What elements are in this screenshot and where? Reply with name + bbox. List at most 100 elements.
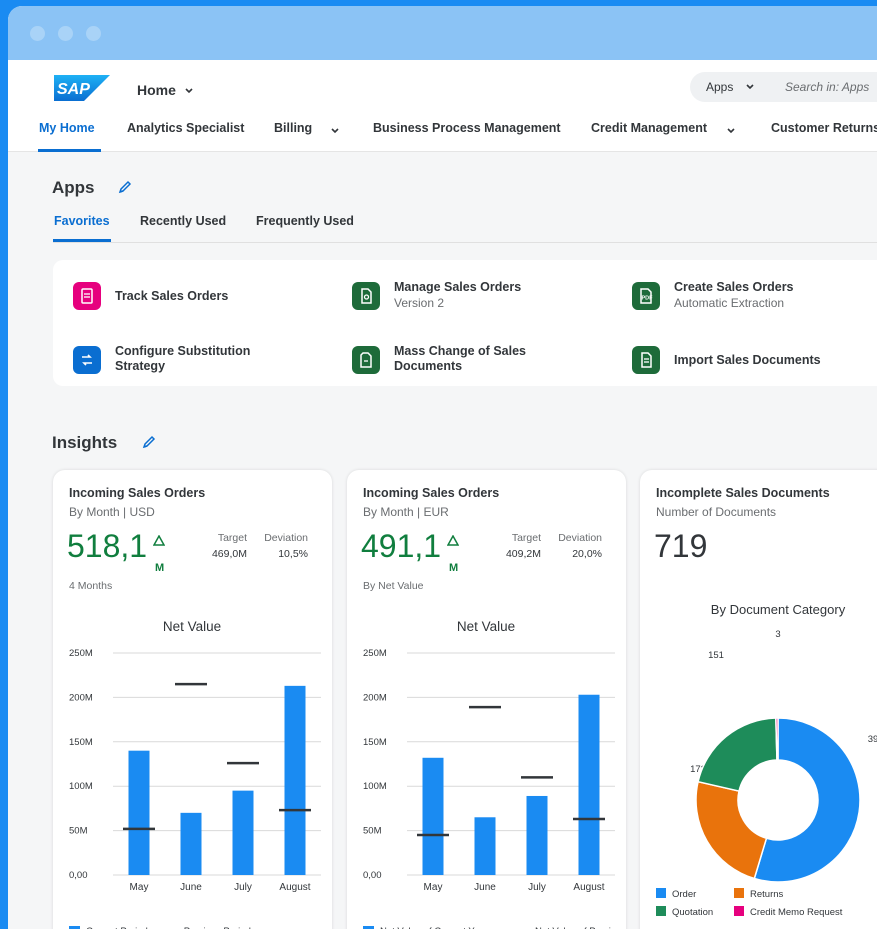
shell-bar: SAP Home Apps <box>8 60 877 108</box>
deviation-value: 10,5% <box>278 548 308 560</box>
tab-active-indicator <box>53 239 111 242</box>
app-title: Create Sales Orders <box>674 280 794 294</box>
app-title: Manage Sales Orders <box>394 280 522 294</box>
x-tick-label: August <box>573 882 604 893</box>
chevron-down-icon[interactable] <box>330 127 340 135</box>
y-tick-label: 150M <box>69 737 93 748</box>
document-manage-icon <box>352 282 380 310</box>
pdf-icon: PDF <box>632 282 660 310</box>
x-tick-label: June <box>180 882 202 893</box>
chevron-down-icon[interactable] <box>726 127 736 135</box>
chevron-down-icon <box>185 88 193 94</box>
target-value: 409,2M <box>505 548 541 560</box>
window-maximize-dot[interactable] <box>86 26 101 41</box>
insight-card-incomplete-sales-documents[interactable]: Incomplete Sales Documents Number of Doc… <box>640 470 877 929</box>
deviation-label: Deviation <box>558 532 602 544</box>
nav-item-billing[interactable]: Billing <box>274 121 312 135</box>
y-tick-label: 200M <box>363 692 387 703</box>
nav-item-analytics-specialist[interactable]: Analytics Specialist <box>127 121 244 135</box>
search-field: Apps <box>690 72 877 102</box>
mass-change-icon <box>352 346 380 374</box>
y-tick-label: 0,00 <box>363 870 382 881</box>
tab-favorites[interactable]: Favorites <box>54 214 110 228</box>
bar-current <box>474 817 496 875</box>
legend-label: Credit Memo Request <box>750 907 843 918</box>
svg-text:PDF: PDF <box>642 296 654 302</box>
card-subtitle: Number of Documents <box>656 505 777 519</box>
chevron-down-icon <box>746 84 754 90</box>
edit-pencil-icon[interactable] <box>142 435 156 449</box>
y-tick-label: 50M <box>69 826 88 837</box>
window-minimize-dot[interactable] <box>58 26 73 41</box>
y-tick-label: 0,00 <box>69 870 88 881</box>
y-tick-label: 250M <box>69 648 93 659</box>
kpi-value: 719 <box>654 528 708 564</box>
bar-current <box>526 795 548 875</box>
slice-value-label: 39 <box>868 734 877 745</box>
target-label: Target <box>217 532 247 544</box>
top-navigation: My Home Analytics Specialist Billing Bus… <box>8 108 877 152</box>
legend-label: Order <box>672 889 696 900</box>
home-menu-button[interactable]: Home <box>137 82 194 98</box>
y-tick-label: 100M <box>363 781 387 792</box>
chart-title: By Document Category <box>711 602 846 617</box>
tab-frequently-used[interactable]: Frequently Used <box>256 214 354 228</box>
sap-logo[interactable]: SAP <box>54 75 110 101</box>
sales-order-track-icon <box>73 282 101 310</box>
tab-recently-used[interactable]: Recently Used <box>140 214 226 228</box>
x-tick-label: July <box>234 882 252 893</box>
card-title: Incoming Sales Orders <box>69 486 206 500</box>
browser-window: SAP Home Apps My Home Analytics Speciali… <box>8 6 877 929</box>
import-icon <box>632 346 660 374</box>
app-subtitle: Automatic Extraction <box>674 296 785 310</box>
bar-current <box>128 750 150 875</box>
slice-value-label: 3 <box>775 629 780 640</box>
bar-current <box>284 685 306 875</box>
legend-label: Returns <box>750 889 784 900</box>
legend-swatch <box>656 888 666 898</box>
substitution-icon <box>73 346 101 374</box>
nav-item-business-process-management[interactable]: Business Process Management <box>373 121 561 135</box>
nav-item-customer-returns[interactable]: Customer Returns <box>771 121 877 135</box>
insight-card-sales-orders-eur[interactable]: Incoming Sales Orders By Month | EUR 491… <box>347 470 626 929</box>
donut-slice <box>697 717 778 792</box>
window-close-dot[interactable] <box>30 26 45 41</box>
y-tick-label: 150M <box>363 737 387 748</box>
app-title: Import Sales Documents <box>674 353 821 367</box>
app-title-line2: Documents <box>394 359 463 373</box>
chart-title: Net Value <box>163 619 221 634</box>
trend-up-icon <box>447 535 459 546</box>
document-category-donut-chart: By Document Category391721513Order Return… <box>656 602 877 918</box>
app-title-line1: Mass Change of Sales <box>394 344 526 358</box>
y-tick-label: 200M <box>69 692 93 703</box>
search-scope-select[interactable]: Apps <box>706 80 755 94</box>
nav-item-credit-management[interactable]: Credit Management <box>591 121 707 135</box>
home-menu-label: Home <box>137 82 176 98</box>
edit-pencil-icon[interactable] <box>118 180 132 194</box>
kpi-unit: M <box>449 562 459 574</box>
donut-slice <box>695 780 768 880</box>
app-title-line1: Configure Substitution <box>115 344 251 358</box>
insight-card-sales-orders-usd[interactable]: Incoming Sales Orders By Month | USD 518… <box>53 470 332 929</box>
kpi-footer: By Net Value <box>363 580 424 592</box>
card-title: Incomplete Sales Documents <box>656 486 830 500</box>
search-input[interactable] <box>785 75 877 99</box>
legend-swatch <box>734 888 744 898</box>
kpi-value: 518,1 <box>67 528 148 564</box>
x-tick-label: May <box>424 882 443 893</box>
net-value-bar-chart: Net Value 0,00 50M 100M 150M 200M 250M May June J… <box>363 619 626 929</box>
target-value: 469,0M <box>211 548 247 560</box>
slice-value-label: 151 <box>708 650 724 661</box>
card-subtitle: By Month | USD <box>69 505 155 519</box>
search-scope-label: Apps <box>706 80 734 94</box>
chart-title: Net Value <box>457 619 515 634</box>
x-tick-label: June <box>474 882 496 893</box>
x-tick-label: May <box>130 882 149 893</box>
bar-current <box>180 812 202 875</box>
legend-swatch <box>734 906 744 916</box>
app-title-line2: Strategy <box>115 359 166 373</box>
nav-item-my-home[interactable]: My Home <box>39 121 95 135</box>
net-value-bar-chart: Net Value 0,00 50M 100M 150M 200M 250M May June J… <box>69 619 321 929</box>
legend-label: Quotation <box>672 907 713 918</box>
y-tick-label: 50M <box>363 826 382 837</box>
